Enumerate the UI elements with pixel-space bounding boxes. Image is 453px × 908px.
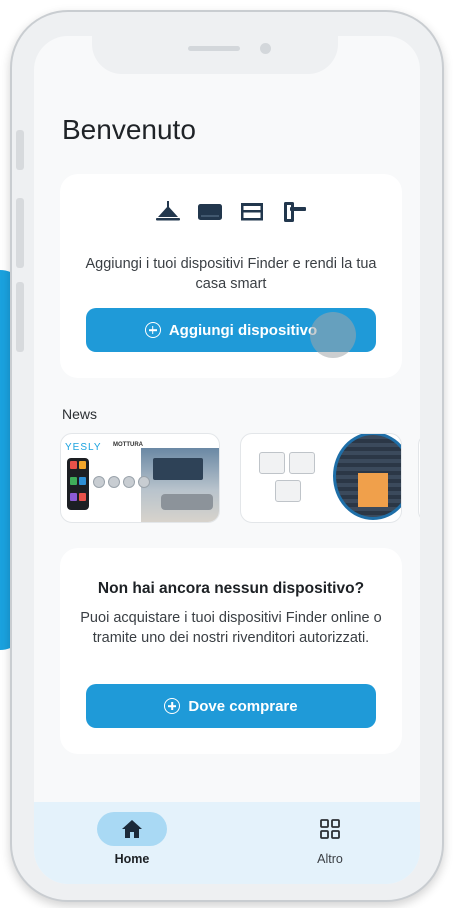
door-lock-icon <box>284 202 306 222</box>
grid-icon <box>320 819 340 839</box>
news-carousel[interactable]: YESLY MOTTURA <box>60 433 420 525</box>
phone-notch <box>92 36 338 74</box>
rolling-shutter-image <box>333 434 401 520</box>
device-type-icons <box>60 200 402 224</box>
plus-circle-icon <box>164 698 181 714</box>
add-device-description: Aggiungi i tuoi dispositivi Finder e ren… <box>85 256 377 292</box>
shutter-icon <box>198 204 222 220</box>
tab-altro-icon-wrap <box>295 812 365 846</box>
speaker-grille <box>188 46 240 51</box>
home-icon <box>122 820 142 838</box>
bottom-tab-bar: Home Altro <box>34 802 420 884</box>
where-to-buy-button[interactable]: Dove comprare <box>86 684 376 728</box>
volume-up-button <box>16 198 24 268</box>
mottura-logo: MOTTURA <box>113 442 143 448</box>
sofa-image <box>161 494 213 510</box>
blinds-icon <box>241 203 263 221</box>
device-icons-strip <box>93 476 150 488</box>
news-card-modules[interactable] <box>240 433 402 523</box>
yesly-logo: YESLY <box>65 442 102 453</box>
active-tab-indicator <box>97 812 167 846</box>
news-section-title: News <box>62 406 98 422</box>
tab-altro[interactable]: Altro <box>270 812 390 866</box>
window-blind-image <box>153 458 203 480</box>
tab-home-label: Home <box>114 852 150 866</box>
app-screen: Benvenuto Aggiungi i tuoi dispositivi Fi… <box>34 36 420 884</box>
smartphone-app-image <box>67 458 89 510</box>
where-to-buy-button-label: Dove comprare <box>188 697 298 715</box>
page-title: Benvenuto <box>62 114 196 145</box>
news-card-yesly-mottura[interactable]: YESLY MOTTURA <box>60 433 220 523</box>
tab-altro-label: Altro <box>317 852 343 866</box>
no-device-title: Non hai ancora nessun dispositivo? <box>97 580 365 597</box>
touch-indicator <box>310 312 356 358</box>
add-device-button-label: Aggiungi dispositivo <box>168 321 318 339</box>
lit-window-image <box>358 473 388 507</box>
no-device-card: Non hai ancora nessun dispositivo? Puoi … <box>60 548 402 754</box>
add-device-card: Aggiungi i tuoi dispositivi Finder e ren… <box>60 174 402 378</box>
front-camera <box>260 43 271 54</box>
ceiling-lamp-icon <box>156 201 180 221</box>
no-device-description: Puoi acquistare i tuoi dispositivi Finde… <box>80 610 382 646</box>
volume-down-button <box>16 282 24 352</box>
mute-switch <box>16 130 24 170</box>
news-card-partial[interactable] <box>418 433 420 523</box>
plus-circle-icon <box>144 322 161 338</box>
tab-home[interactable]: Home <box>72 812 192 866</box>
